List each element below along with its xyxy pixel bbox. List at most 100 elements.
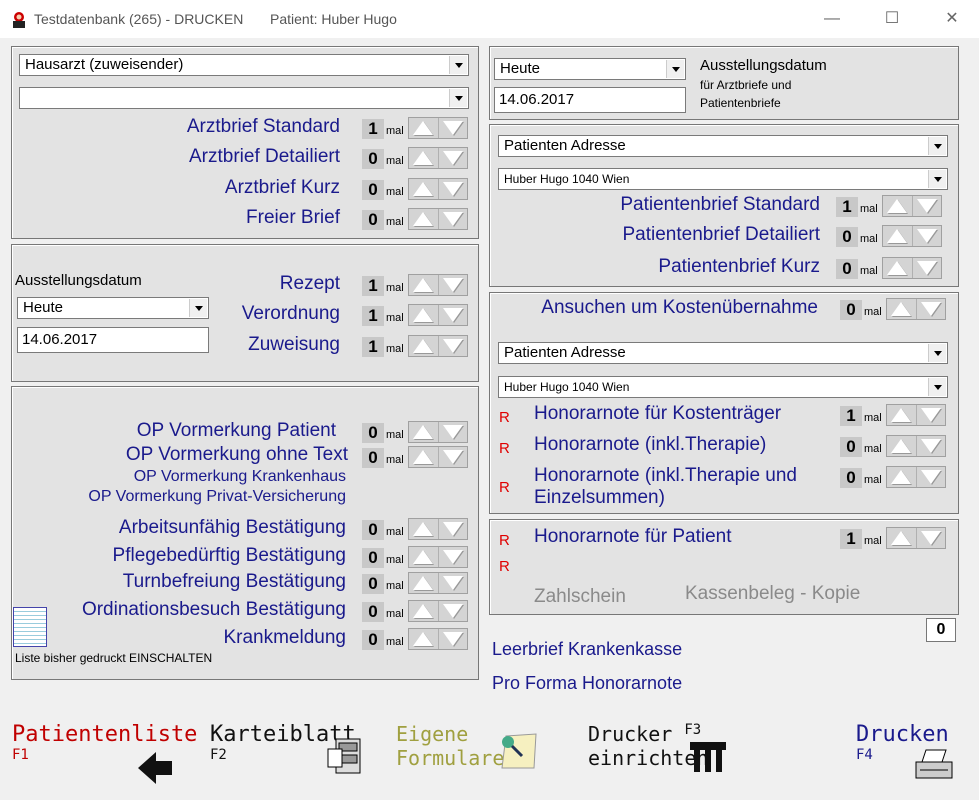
- increase-arrow-icon[interactable]: [409, 573, 439, 593]
- decrease-arrow-icon[interactable]: [439, 305, 468, 325]
- count-stepper[interactable]: [408, 304, 468, 326]
- decrease-arrow-icon[interactable]: [917, 436, 946, 456]
- doctor-select[interactable]: Hausarzt (zuweisender): [19, 54, 469, 76]
- proforma-link[interactable]: Pro Forma Honorarnote: [492, 673, 682, 694]
- count-stepper[interactable]: [408, 628, 468, 650]
- decrease-arrow-icon[interactable]: [439, 179, 468, 199]
- row-label[interactable]: Rezept: [200, 273, 340, 295]
- count-stepper[interactable]: [408, 335, 468, 357]
- filing-cabinet-icon[interactable]: [326, 735, 368, 777]
- increase-arrow-icon[interactable]: [883, 258, 913, 278]
- count-stepper[interactable]: [408, 421, 468, 443]
- op-patient-label[interactable]: OP Vormerkung Patient: [80, 420, 336, 442]
- maximize-button[interactable]: ☐: [872, 6, 912, 32]
- count-stepper[interactable]: [408, 446, 468, 468]
- op-privat-label[interactable]: OP Vormerkung Privat-Versicherung: [60, 488, 346, 506]
- count-stepper[interactable]: [886, 404, 946, 426]
- decrease-arrow-icon[interactable]: [913, 258, 942, 278]
- chevron-down-icon[interactable]: [928, 344, 946, 362]
- increase-arrow-icon[interactable]: [409, 305, 439, 325]
- honorar-address-select[interactable]: Patienten Adresse: [498, 342, 948, 364]
- count-stepper[interactable]: [408, 546, 468, 568]
- decrease-arrow-icon[interactable]: [439, 148, 468, 168]
- row-label[interactable]: Arztbrief Standard: [150, 116, 340, 138]
- patient-select[interactable]: Huber Hugo 1040 Wien: [498, 168, 948, 190]
- row-label[interactable]: Honorarnote (inkl.Therapie): [534, 434, 794, 456]
- arrow-left-icon[interactable]: [136, 748, 176, 788]
- chevron-down-icon[interactable]: [666, 60, 684, 78]
- row-label[interactable]: Arztbrief Kurz: [150, 177, 340, 199]
- count-stepper[interactable]: [886, 435, 946, 457]
- decrease-arrow-icon[interactable]: [439, 447, 468, 467]
- row-label[interactable]: Arbeitsunfähig Bestätigung: [60, 517, 346, 539]
- right-date-select[interactable]: Heute: [494, 58, 686, 80]
- decrease-arrow-icon[interactable]: [917, 528, 946, 548]
- chevron-down-icon[interactable]: [449, 89, 467, 107]
- chevron-down-icon[interactable]: [449, 56, 467, 74]
- increase-arrow-icon[interactable]: [887, 299, 917, 319]
- honorar-patient-select[interactable]: Huber Hugo 1040 Wien: [498, 376, 948, 398]
- decrease-arrow-icon[interactable]: [439, 209, 468, 229]
- decrease-arrow-icon[interactable]: [917, 405, 946, 425]
- increase-arrow-icon[interactable]: [883, 226, 913, 246]
- second-select[interactable]: [19, 87, 469, 109]
- chevron-down-icon[interactable]: [928, 137, 946, 155]
- row-label[interactable]: Freier Brief: [150, 207, 340, 229]
- increase-arrow-icon[interactable]: [409, 422, 439, 442]
- row-label[interactable]: Arztbrief Detailiert: [150, 146, 340, 168]
- increase-arrow-icon[interactable]: [409, 601, 439, 621]
- row-label[interactable]: Pflegebedürftig Bestätigung: [60, 545, 346, 567]
- increase-arrow-icon[interactable]: [887, 528, 917, 548]
- increase-arrow-icon[interactable]: [883, 196, 913, 216]
- list-notebook-icon[interactable]: [13, 607, 47, 647]
- increase-arrow-icon[interactable]: [409, 179, 439, 199]
- row-label[interactable]: Honorarnote (inkl.Therapie und: [534, 465, 834, 487]
- count-stepper[interactable]: [408, 178, 468, 200]
- increase-arrow-icon[interactable]: [887, 405, 917, 425]
- row-label[interactable]: Verordnung: [200, 303, 340, 325]
- increase-arrow-icon[interactable]: [887, 436, 917, 456]
- decrease-arrow-icon[interactable]: [439, 547, 468, 567]
- increase-arrow-icon[interactable]: [409, 519, 439, 539]
- op-kh-label[interactable]: OP Vormerkung Krankenhaus: [80, 468, 346, 486]
- printer-icon[interactable]: [912, 748, 956, 782]
- increase-arrow-icon[interactable]: [409, 148, 439, 168]
- right-date-field[interactable]: 14.06.2017: [494, 87, 686, 113]
- decrease-arrow-icon[interactable]: [439, 336, 468, 356]
- decrease-arrow-icon[interactable]: [439, 118, 468, 138]
- forms-icon[interactable]: [496, 728, 540, 772]
- increase-arrow-icon[interactable]: [409, 447, 439, 467]
- decrease-arrow-icon[interactable]: [439, 275, 468, 295]
- row-label[interactable]: Honorarnote für Kostenträger: [534, 403, 794, 425]
- count-stepper[interactable]: [408, 518, 468, 540]
- printer-setup-icon[interactable]: [688, 740, 728, 776]
- row-label[interactable]: Krankmeldung: [60, 627, 346, 649]
- row-label-line2[interactable]: Einzelsummen): [534, 487, 834, 509]
- count-stepper[interactable]: [882, 225, 942, 247]
- decrease-arrow-icon[interactable]: [913, 226, 942, 246]
- row-label[interactable]: Patientenbrief Detailiert: [560, 224, 821, 246]
- op-text-label[interactable]: OP Vormerkung ohne Text: [80, 444, 348, 466]
- decrease-arrow-icon[interactable]: [913, 196, 942, 216]
- patient-address-select[interactable]: Patienten Adresse: [498, 135, 948, 157]
- count-stepper[interactable]: [408, 572, 468, 594]
- row-label[interactable]: Ordinationsbesuch Bestätigung: [60, 599, 346, 621]
- minimize-button[interactable]: —: [812, 6, 852, 32]
- date-select[interactable]: Heute: [17, 297, 209, 319]
- row-label[interactable]: Turnbefreiung Bestätigung: [60, 571, 346, 593]
- count-stepper[interactable]: [882, 195, 942, 217]
- ansuchen-label[interactable]: Ansuchen um Kostenübernahme: [500, 297, 818, 319]
- count-stepper[interactable]: [882, 257, 942, 279]
- increase-arrow-icon[interactable]: [409, 209, 439, 229]
- row-label[interactable]: Patientenbrief Standard: [560, 194, 820, 216]
- decrease-arrow-icon[interactable]: [439, 573, 468, 593]
- increase-arrow-icon[interactable]: [409, 629, 439, 649]
- increase-arrow-icon[interactable]: [409, 336, 439, 356]
- increase-arrow-icon[interactable]: [409, 275, 439, 295]
- decrease-arrow-icon[interactable]: [439, 519, 468, 539]
- chevron-down-icon[interactable]: [928, 378, 946, 396]
- count-stepper[interactable]: [886, 298, 946, 320]
- count-stepper[interactable]: [886, 527, 946, 549]
- eigene-formulare-button[interactable]: Eigene Formulare: [396, 722, 504, 770]
- row-label[interactable]: Honorarnote für Patient: [534, 526, 794, 548]
